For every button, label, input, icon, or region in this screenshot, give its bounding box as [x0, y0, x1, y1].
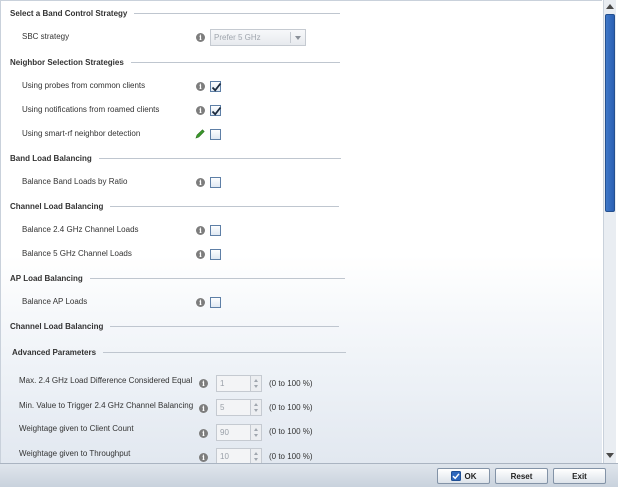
- info-icon[interactable]: i: [196, 33, 205, 42]
- info-icon[interactable]: i: [196, 82, 205, 91]
- section-title: Band Load Balancing: [10, 153, 92, 163]
- section-title: AP Load Balancing: [10, 273, 83, 283]
- load-balancing-panel: Select a Band Control Strategy SBC strat…: [0, 0, 602, 463]
- info-icon[interactable]: i: [196, 106, 205, 115]
- chevron-down-icon[interactable]: [254, 409, 258, 412]
- sbc-strategy-select[interactable]: Prefer 5 GHz: [210, 29, 306, 46]
- ok-label: OK: [464, 471, 477, 481]
- section-title: Channel Load Balancing: [10, 321, 104, 331]
- adv-label: Weightage given to Client Count: [19, 424, 134, 433]
- divider: [110, 205, 340, 207]
- adv-stepper[interactable]: 10: [216, 448, 262, 463]
- divider: [134, 12, 341, 14]
- adv-stepper[interactable]: 1: [216, 375, 262, 392]
- section-channel-load: Channel Load Balancing: [10, 200, 340, 212]
- vertical-scrollbar[interactable]: [603, 0, 616, 463]
- adv-label: Max. 2.4 GHz Load Difference Considered …: [19, 376, 193, 385]
- adv-stepper[interactable]: 90: [216, 424, 262, 441]
- divider: [130, 61, 340, 63]
- sbc-strategy-label: SBC strategy: [22, 32, 70, 41]
- chevron-up-icon[interactable]: [254, 403, 258, 406]
- adv-range: (0 to 100 %): [269, 427, 313, 436]
- exit-button[interactable]: Exit: [553, 468, 606, 484]
- notifications-roamed-checkbox[interactable]: [210, 105, 222, 116]
- check-icon: [450, 471, 461, 481]
- scroll-up-icon[interactable]: [606, 4, 614, 9]
- divider: [98, 157, 341, 159]
- smart-rf-label: Using smart-rf neighbor detection: [22, 129, 141, 138]
- adv-value: 90: [220, 428, 229, 437]
- info-icon[interactable]: i: [199, 429, 208, 438]
- divider: [103, 351, 347, 353]
- balance-24-checkbox[interactable]: [210, 225, 221, 236]
- scroll-down-icon[interactable]: [606, 453, 614, 458]
- exit-label: Exit: [572, 471, 587, 481]
- info-icon[interactable]: i: [196, 298, 205, 307]
- check-icon: [211, 82, 222, 92]
- section-band-load: Band Load Balancing: [10, 152, 341, 164]
- section-ap-load: AP Load Balancing: [10, 272, 345, 284]
- adv-value: 1: [220, 379, 225, 388]
- section-title: Select a Band Control Strategy: [10, 8, 128, 18]
- section-advanced: Advanced Parameters: [12, 346, 347, 358]
- adv-value: 5: [220, 403, 225, 412]
- balance-24-label: Balance 2.4 GHz Channel Loads: [22, 225, 139, 234]
- balance-ap-label: Balance AP Loads: [22, 297, 88, 306]
- info-icon[interactable]: i: [199, 453, 208, 462]
- chevron-down-icon: [295, 36, 301, 40]
- info-icon[interactable]: i: [199, 404, 208, 413]
- chevron-down-icon[interactable]: [254, 434, 258, 437]
- adv-range: (0 to 100 %): [269, 379, 313, 388]
- reset-button[interactable]: Reset: [495, 468, 548, 484]
- balance-5-label: Balance 5 GHz Channel Loads: [22, 249, 132, 258]
- section-title: Channel Load Balancing: [10, 201, 104, 211]
- divider: [110, 325, 340, 327]
- info-icon[interactable]: i: [196, 226, 205, 235]
- scroll-thumb[interactable]: [605, 14, 615, 212]
- section-neighbor: Neighbor Selection Strategies: [10, 56, 340, 68]
- adv-range: (0 to 100 %): [269, 452, 313, 461]
- band-ratio-label: Balance Band Loads by Ratio: [22, 177, 128, 186]
- sbc-strategy-value: Prefer 5 GHz: [214, 33, 261, 42]
- balance-ap-checkbox[interactable]: [210, 297, 221, 308]
- pencil-icon[interactable]: [195, 129, 205, 139]
- divider: [89, 277, 345, 279]
- reset-label: Reset: [510, 471, 533, 481]
- chevron-up-icon[interactable]: [254, 428, 258, 431]
- section-title: Neighbor Selection Strategies: [10, 57, 124, 67]
- chevron-up-icon[interactable]: [254, 379, 258, 382]
- section-channel-load-2: Channel Load Balancing: [10, 320, 340, 332]
- notifications-roamed-label: Using notifications from roamed clients: [22, 105, 160, 114]
- section-band-control: Select a Band Control Strategy: [10, 7, 341, 19]
- chevron-up-icon[interactable]: [254, 452, 258, 455]
- info-icon[interactable]: i: [199, 379, 208, 388]
- chevron-down-icon[interactable]: [254, 458, 258, 461]
- probes-common-label: Using probes from common clients: [22, 81, 146, 90]
- adv-label: Weightage given to Throughput: [19, 449, 131, 458]
- smart-rf-checkbox[interactable]: [210, 129, 221, 140]
- info-icon[interactable]: i: [196, 250, 205, 259]
- section-title: Advanced Parameters: [12, 347, 97, 357]
- band-ratio-checkbox[interactable]: [210, 177, 221, 188]
- adv-range: (0 to 100 %): [269, 403, 313, 412]
- check-icon: [211, 106, 222, 116]
- adv-label: Min. Value to Trigger 2.4 GHz Channel Ba…: [19, 401, 194, 410]
- adv-value: 10: [220, 452, 229, 461]
- balance-5-checkbox[interactable]: [210, 249, 221, 260]
- ok-button[interactable]: OK: [437, 468, 490, 484]
- adv-stepper[interactable]: 5: [216, 399, 262, 416]
- footer-bar: OK Reset Exit: [0, 463, 618, 487]
- chevron-down-icon[interactable]: [254, 385, 258, 388]
- info-icon[interactable]: i: [196, 178, 205, 187]
- probes-common-checkbox[interactable]: [210, 81, 222, 92]
